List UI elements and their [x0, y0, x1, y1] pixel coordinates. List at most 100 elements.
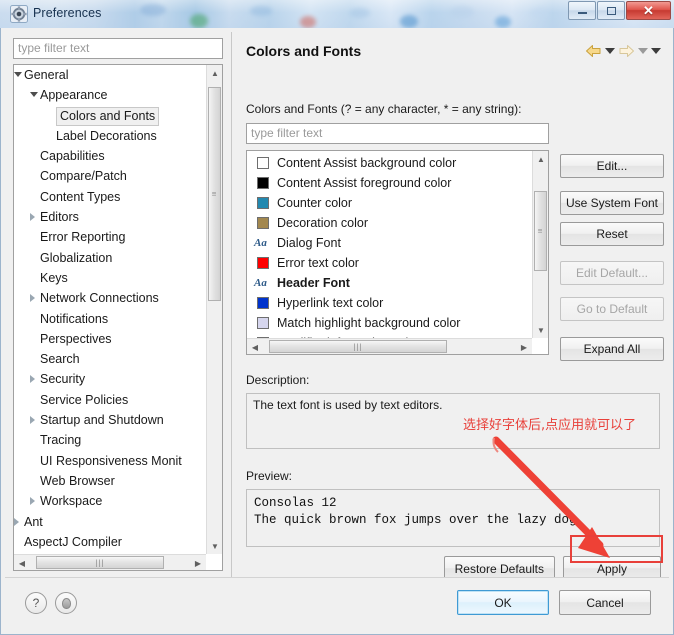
colors-fonts-list-item[interactable]: Match highlight background color — [247, 313, 532, 333]
forward-arrow-icon[interactable] — [618, 44, 635, 58]
back-arrow-icon[interactable] — [585, 44, 602, 58]
sidebar-item-label: General — [24, 68, 69, 82]
color-swatch-icon — [257, 157, 269, 169]
sidebar-item-label: Label Decorations — [56, 128, 157, 143]
sidebar-item-security[interactable]: Security — [14, 369, 206, 389]
sidebar-item-notifications[interactable]: Notifications — [14, 309, 206, 329]
close-button[interactable]: ✕ — [626, 1, 671, 20]
tree-scroll-up-icon[interactable]: ▲ — [207, 65, 222, 81]
sidebar-filter-input[interactable]: type filter text — [13, 38, 223, 59]
tree-items-container: General Appearance Colors and Fonts Label D… — [14, 65, 206, 554]
window-title: Preferences — [33, 6, 102, 20]
sidebar-item-label: Capabilities — [40, 149, 105, 164]
list-hscroll-thumb[interactable]: ||| — [269, 340, 447, 353]
sidebar-item-compare-patch[interactable]: Compare/Patch — [14, 166, 206, 186]
preferences-window: Preferences ✕ type filter text General Ap… — [0, 0, 674, 635]
sidebar-item-general[interactable]: General — [14, 65, 206, 85]
tree-expand-closed-icon[interactable] — [30, 213, 35, 222]
pin-button[interactable] — [55, 592, 77, 614]
colors-fonts-list-item[interactable]: Content Assist background color — [247, 153, 532, 173]
tree-vertical-scrollbar[interactable]: ▲ ≡ ▼ — [206, 65, 222, 554]
sidebar-item-ant[interactable]: Ant — [14, 512, 206, 532]
page-navigation — [585, 44, 661, 58]
colors-fonts-item-label: Counter color — [277, 196, 353, 210]
sidebar-item-colors-and-fonts[interactable]: Colors and Fonts — [14, 106, 206, 126]
sidebar-item-perspectives[interactable]: Perspectives — [14, 329, 206, 349]
preview-line-1: Consolas 12 — [254, 496, 337, 510]
sidebar-item-label: Keys — [40, 270, 68, 285]
forward-dropdown-icon[interactable] — [638, 48, 648, 54]
sidebar-item-ui-responsiveness-monit[interactable]: UI Responsiveness Monit — [14, 451, 206, 471]
use-system-font-button[interactable]: Use System Font — [560, 191, 664, 215]
sidebar-item-appearance[interactable]: Appearance — [14, 85, 206, 105]
list-vertical-scrollbar[interactable]: ▲ ≡ ▼ — [532, 151, 548, 338]
colors-fonts-list-item[interactable]: Hyperlink text color — [247, 293, 532, 313]
sidebar-item-web-browser[interactable]: Web Browser — [14, 471, 206, 491]
tree-horizontal-scrollbar[interactable]: ◀ ||| ▶ — [14, 554, 206, 570]
sidebar-item-workspace[interactable]: Workspace — [14, 491, 206, 511]
reset-button[interactable]: Reset — [560, 222, 664, 246]
sidebar-item-label: Ant — [24, 514, 43, 529]
tree-expand-closed-icon[interactable] — [30, 375, 35, 384]
colors-fonts-list-item[interactable]: Decoration color — [247, 213, 532, 233]
list-scroll-left-icon[interactable]: ◀ — [247, 339, 263, 354]
edit-button[interactable]: Edit... — [560, 154, 664, 178]
sidebar-item-network-connections[interactable]: Network Connections — [14, 288, 206, 308]
dialog-content: type filter text General Appearance Colors… — [5, 32, 669, 581]
sidebar-item-label-decorations[interactable]: Label Decorations — [14, 126, 206, 146]
color-swatch-icon — [257, 197, 269, 209]
tree-expand-closed-icon[interactable] — [30, 294, 35, 303]
sidebar-item-content-types[interactable]: Content Types — [14, 187, 206, 207]
sidebar-item-label: Appearance — [40, 88, 108, 103]
tree-scroll-right-icon[interactable]: ▶ — [190, 555, 206, 570]
colors-fonts-list-item[interactable]: Aa Dialog Font — [247, 233, 532, 253]
colors-fonts-list-item[interactable]: Aa Header Font — [247, 273, 532, 293]
sidebar-item-globalization[interactable]: Globalization — [14, 248, 206, 268]
minimize-button[interactable] — [568, 1, 596, 20]
tree-expand-closed-icon[interactable] — [30, 416, 35, 425]
ok-button[interactable]: OK — [457, 590, 549, 615]
help-button[interactable]: ? — [25, 592, 47, 614]
list-horizontal-scrollbar[interactable]: ◀ ||| ▶ — [247, 338, 532, 354]
colors-fonts-list-item[interactable]: Content Assist foreground color — [247, 173, 532, 193]
preferences-tree[interactable]: General Appearance Colors and Fonts Label D… — [13, 64, 223, 571]
sidebar-item-service-policies[interactable]: Service Policies — [14, 390, 206, 410]
maximize-button[interactable] — [597, 1, 625, 20]
sidebar-item-label: UI Responsiveness Monit — [40, 453, 182, 468]
tree-scroll-left-icon[interactable]: ◀ — [14, 555, 30, 570]
sidebar-item-editors[interactable]: Editors — [14, 207, 206, 227]
colors-fonts-item-label: Match highlight background color — [277, 316, 461, 330]
back-dropdown-icon[interactable] — [605, 48, 615, 54]
colors-fonts-list-item[interactable]: Error text color — [247, 253, 532, 273]
sidebar-item-label: Content Types — [40, 189, 121, 204]
view-menu-icon[interactable] — [651, 48, 661, 54]
tree-scroll-thumb[interactable]: ≡ — [208, 87, 221, 301]
tree-hscroll-thumb[interactable]: ||| — [36, 556, 164, 569]
colors-fonts-list-item[interactable]: Counter color — [247, 193, 532, 213]
sidebar-item-startup-and-shutdown[interactable]: Startup and Shutdown — [14, 410, 206, 430]
sidebar-item-tracing[interactable]: Tracing — [14, 430, 206, 450]
sidebar-item-error-reporting[interactable]: Error Reporting — [14, 227, 206, 247]
expand-all-button[interactable]: Expand All — [560, 337, 664, 361]
tree-expand-open-icon[interactable] — [30, 92, 38, 98]
sidebar-item-label: Security — [40, 372, 86, 387]
sidebar-item-capabilities[interactable]: Capabilities — [14, 146, 206, 166]
list-scroll-down-icon[interactable]: ▼ — [533, 322, 548, 338]
list-scroll-up-icon[interactable]: ▲ — [533, 151, 548, 167]
tree-expand-closed-icon[interactable] — [14, 517, 19, 526]
color-swatch-icon — [257, 257, 269, 269]
pin-icon — [61, 597, 71, 609]
tree-scroll-down-icon[interactable]: ▼ — [207, 538, 222, 554]
colors-fonts-item-label: Content Assist background color — [277, 156, 457, 170]
tree-expand-open-icon[interactable] — [14, 72, 22, 77]
sidebar-item-search[interactable]: Search — [14, 349, 206, 369]
sidebar-item-aspectj-compiler[interactable]: AspectJ Compiler — [14, 532, 206, 552]
list-scroll-right-icon[interactable]: ▶ — [516, 339, 532, 354]
cancel-button[interactable]: Cancel — [559, 590, 651, 615]
colors-fonts-filter-input[interactable]: type filter text — [246, 123, 549, 144]
sidebar-item-keys[interactable]: Keys — [14, 268, 206, 288]
colors-and-fonts-list[interactable]: Content Assist background color Content A… — [246, 150, 549, 355]
colors-fonts-item-label: Error text color — [277, 256, 359, 270]
list-scroll-thumb[interactable]: ≡ — [534, 191, 547, 271]
tree-expand-closed-icon[interactable] — [30, 497, 35, 506]
